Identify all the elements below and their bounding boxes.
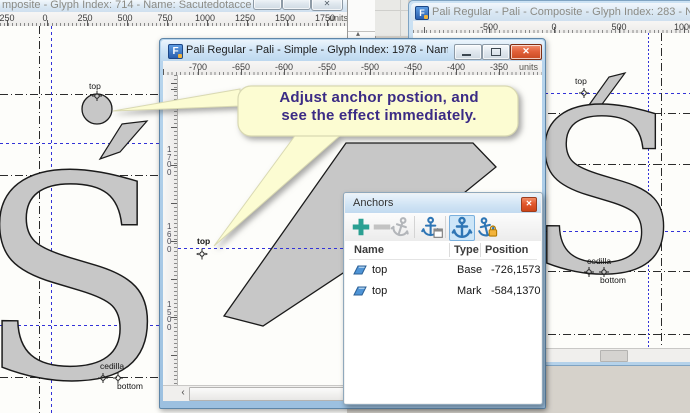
toolbar-separator bbox=[414, 216, 415, 238]
anchor-row[interactable]: top Base -726,1573 bbox=[345, 260, 541, 281]
ruler-label: 1750 bbox=[314, 13, 336, 23]
anchor-type: Base bbox=[457, 264, 483, 276]
column-header-type[interactable]: Type bbox=[454, 244, 479, 256]
scroll-left-icon[interactable]: ‹ bbox=[177, 386, 189, 401]
ruler-label: -450 bbox=[403, 62, 423, 72]
ruler-label: 1250 bbox=[234, 13, 256, 23]
add-anchor-button[interactable] bbox=[350, 215, 372, 239]
ruler-label: 250 bbox=[0, 13, 15, 23]
window-title: mposite - Glyph Index: 714 - Name: Sacut… bbox=[2, 0, 252, 11]
scrollbar-thumb[interactable] bbox=[189, 387, 349, 401]
anchor-name: top bbox=[372, 264, 388, 276]
anchors-dialog: Anchors ✕ Name Type Position top Base -7… bbox=[343, 192, 543, 405]
anchor-position: -584,1370 bbox=[491, 285, 541, 297]
ruler-label: 0 bbox=[42, 13, 48, 23]
ruler-label: 500 bbox=[611, 22, 627, 32]
ruler-label: 1000 bbox=[673, 22, 690, 32]
glyph-letter: S bbox=[526, 63, 680, 325]
show-anchors-button[interactable] bbox=[449, 215, 475, 241]
ruler-label-vertical: 1500 bbox=[167, 300, 172, 332]
close-icon: ✕ bbox=[525, 199, 533, 208]
minimize-button[interactable] bbox=[454, 44, 482, 60]
ruler-label: -600 bbox=[274, 62, 294, 72]
app-icon-pen bbox=[178, 54, 182, 58]
anchor-name: top bbox=[372, 285, 388, 297]
ruler-vertical: 1700 1600 1500 bbox=[163, 75, 178, 385]
dialog-title: Anchors bbox=[353, 197, 394, 209]
anchors-list: Name Type Position top Base -726,1573 to… bbox=[345, 241, 541, 403]
ruler-label: 0 bbox=[551, 22, 557, 32]
minimize-button[interactable] bbox=[253, 0, 282, 10]
anchor-label-cedilla: cedilla bbox=[100, 361, 125, 371]
window-title-bar[interactable]: F Pali Regular - Pali - Composite - Glyp… bbox=[411, 3, 690, 21]
background-panel bbox=[375, 0, 408, 36]
ruler-label: 1000 bbox=[194, 13, 216, 23]
anchor-name-icon bbox=[353, 286, 367, 296]
anchor-label-bottom: bottom bbox=[600, 275, 626, 285]
column-header-position[interactable]: Position bbox=[485, 244, 528, 256]
close-button[interactable]: ✕ bbox=[311, 0, 343, 11]
lock-anchors-button[interactable] bbox=[476, 215, 498, 239]
vertical-scrollbar-strip[interactable]: ▴ bbox=[347, 0, 376, 40]
anchor-type: Mark bbox=[457, 285, 482, 297]
anchor-row[interactable]: top Mark -584,1370 bbox=[345, 281, 541, 302]
anchor-disabled-button[interactable] bbox=[390, 215, 412, 239]
show-base-anchors-button[interactable] bbox=[421, 215, 443, 239]
anchor-name-icon bbox=[353, 265, 367, 275]
anchor-cursor-marker[interactable] bbox=[195, 247, 209, 261]
ruler-label: 500 bbox=[117, 13, 133, 23]
maximize-button[interactable] bbox=[282, 0, 311, 10]
ruler-label: -550 bbox=[317, 62, 337, 72]
toolbar-separator bbox=[445, 216, 446, 238]
ruler-horizontal: units -700 -650 -600 -550 -500 -450 -400 -350 bbox=[163, 61, 542, 76]
app-icon-pen bbox=[424, 15, 428, 19]
anchor-label-top: top bbox=[575, 76, 587, 86]
column-separator[interactable] bbox=[449, 243, 450, 257]
scroll-up-icon[interactable]: ▴ bbox=[356, 29, 360, 38]
close-icon: ✕ bbox=[522, 46, 530, 56]
ruler-label: 750 bbox=[157, 13, 173, 23]
scrollbar-thumb[interactable] bbox=[600, 350, 628, 362]
ruler-label: -500 bbox=[479, 22, 499, 32]
glyph-letter: S bbox=[0, 118, 168, 413]
anchor-label-cedilla: cedilla bbox=[587, 256, 612, 266]
ruler-label: -350 bbox=[489, 62, 509, 72]
anchor-label-top: top bbox=[197, 236, 211, 246]
anchor-label-bottom: bottom bbox=[117, 381, 143, 391]
anchor-label-top: top bbox=[89, 81, 101, 91]
ruler-label: -500 bbox=[360, 62, 380, 72]
ruler-label-vertical: 1700 bbox=[167, 145, 172, 177]
ruler-label-vertical: 1600 bbox=[167, 222, 172, 254]
app-icon: F bbox=[415, 6, 429, 20]
ruler-horizontal: units 250 0 250 500 750 1000 1250 1500 1750 bbox=[0, 12, 348, 27]
window-title: Pali Regular - Pali - Composite - Glyph … bbox=[432, 6, 690, 18]
dialog-close-button[interactable]: ✕ bbox=[521, 197, 537, 212]
fontcreator-workspace: mposite - Glyph Index: 714 - Name: Sacut… bbox=[0, 0, 690, 413]
divider bbox=[348, 31, 375, 32]
app-icon: F bbox=[168, 44, 183, 59]
dialog-title-bar[interactable]: Anchors ✕ bbox=[345, 194, 541, 214]
column-separator[interactable] bbox=[480, 243, 481, 257]
ruler-label: -400 bbox=[446, 62, 466, 72]
maximize-button[interactable] bbox=[482, 44, 510, 60]
window-title-bar[interactable]: F Pali Regular - Pali - Simple - Glyph I… bbox=[161, 40, 544, 61]
anchors-toolbar bbox=[345, 213, 541, 242]
window-title: Pali Regular - Pali - Simple - Glyph Ind… bbox=[186, 44, 448, 56]
panel-divider-h bbox=[375, 10, 408, 11]
column-header-name[interactable]: Name bbox=[354, 244, 384, 256]
ruler-label: -650 bbox=[231, 62, 251, 72]
anchor-position: -726,1573 bbox=[491, 264, 541, 276]
ruler-label: -700 bbox=[188, 62, 208, 72]
ruler-label: 250 bbox=[77, 13, 93, 23]
panel-divider-v bbox=[400, 0, 401, 36]
ruler-label: 1500 bbox=[274, 13, 296, 23]
close-button[interactable]: ✕ bbox=[510, 44, 542, 60]
